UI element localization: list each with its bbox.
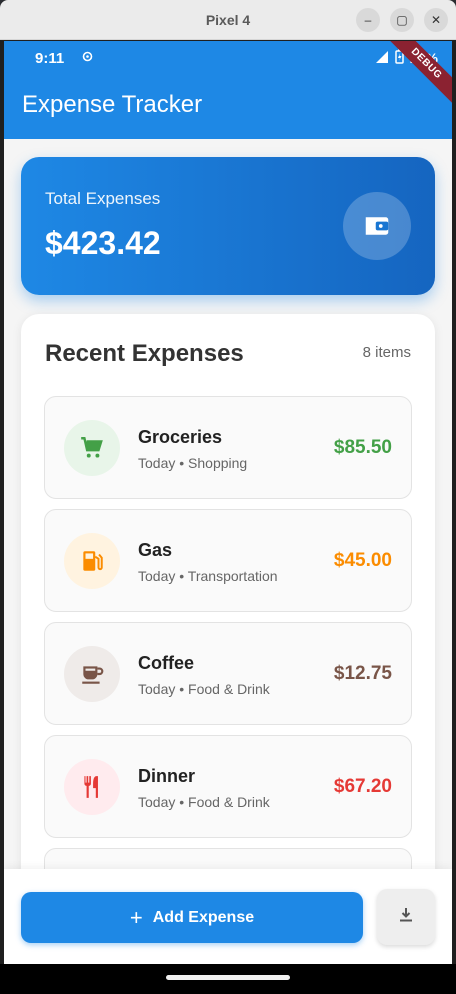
window-title: Pixel 4 (205, 11, 251, 28)
sync-icon (82, 51, 93, 65)
expense-item-coffee[interactable]: Coffee Today • Food & Drink $12.75 (44, 622, 412, 725)
expense-amount: $85.50 (333, 437, 392, 458)
expense-meta: Today • Food & Drink (138, 681, 270, 697)
download-icon (398, 907, 414, 928)
gas-station-icon (64, 533, 120, 589)
close-button[interactable]: ✕ (424, 8, 448, 32)
bottom-action-bar: + Add Expense (4, 869, 452, 964)
window-controls: – ▢ ✕ (356, 8, 448, 32)
add-expense-button[interactable]: + Add Expense (21, 892, 363, 943)
emulator-window: Pixel 4 – ▢ ✕ 9:11 23% (0, 0, 456, 994)
items-count: 8 items (362, 344, 411, 361)
emulator-titlebar: Pixel 4 – ▢ ✕ (0, 0, 456, 40)
plus-icon: + (129, 904, 143, 930)
page-title: Expense Tracker (22, 91, 203, 118)
total-expenses-card: Total Expenses $423.42 (21, 157, 435, 295)
wallet-icon (343, 192, 411, 260)
system-navigation-bar (0, 964, 456, 994)
total-amount: $423.42 (45, 225, 161, 261)
signal-icon (375, 50, 389, 67)
expense-amount: $67.20 (333, 776, 392, 797)
expense-meta: Today • Food & Drink (138, 794, 270, 810)
expense-name: Coffee (138, 653, 195, 673)
maximize-button[interactable]: ▢ (390, 8, 414, 32)
expense-item-dinner[interactable]: Dinner Today • Food & Drink $67.20 (44, 735, 412, 838)
recent-expenses-title: Recent Expenses (45, 340, 244, 367)
recent-expenses-card: Recent Expenses 8 items Groceries Today … (21, 314, 435, 964)
minimize-button[interactable]: – (356, 8, 380, 32)
status-time: 9:11 (35, 49, 65, 67)
expense-item-gas[interactable]: Gas Today • Transportation $45.00 (44, 509, 412, 612)
expense-name: Gas (138, 540, 173, 560)
download-button[interactable] (377, 889, 435, 945)
expense-name: Groceries (138, 427, 223, 447)
expense-item-groceries[interactable]: Groceries Today • Shopping $85.50 (44, 396, 412, 499)
total-label: Total Expenses (45, 189, 161, 208)
expense-meta: Today • Transportation (138, 568, 278, 584)
expense-amount: $12.75 (333, 663, 392, 684)
restaurant-icon (64, 759, 120, 815)
cart-icon (64, 420, 120, 476)
expense-name: Dinner (138, 766, 196, 786)
add-expense-label: Add Expense (152, 908, 255, 926)
coffee-icon (64, 646, 120, 702)
home-gesture-handle[interactable] (166, 975, 290, 980)
app-bar: 9:11 23% DEBUG Expense Tracker (4, 41, 452, 139)
expense-meta: Today • Shopping (138, 455, 248, 471)
phone-screen: 9:11 23% DEBUG Expense Tracker Total Exp… (4, 41, 452, 964)
expense-amount: $45.00 (333, 550, 392, 571)
